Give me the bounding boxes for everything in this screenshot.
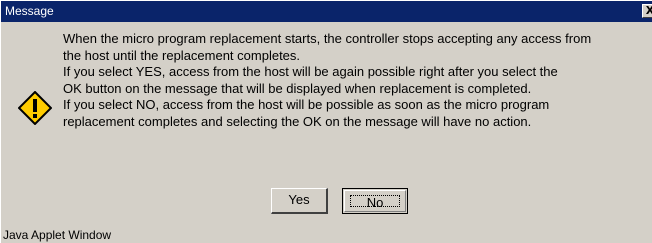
window-title: Message — [5, 4, 54, 18]
warning-icon — [18, 91, 52, 125]
message-line: If you select NO, access from the host w… — [63, 97, 550, 113]
no-button[interactable]: No — [342, 188, 408, 214]
message-text: When the micro program replacement start… — [63, 31, 652, 131]
no-button-bevel: No — [344, 190, 406, 212]
no-button-label: No — [350, 195, 400, 210]
applet-status-text: Java Applet Window — [3, 228, 112, 242]
close-icon: X — [646, 4, 652, 17]
yes-button[interactable]: Yes — [271, 188, 328, 214]
message-line: When the micro program replacement start… — [63, 31, 592, 46]
close-button[interactable]: X — [642, 4, 652, 18]
message-line: the host until the replacement completes… — [63, 47, 301, 63]
message-line: OK button on the message that will be di… — [63, 80, 532, 96]
message-line: If you select YES, access from the host … — [63, 64, 558, 80]
message-line: replacement completes and selecting the … — [63, 113, 532, 129]
title-bar[interactable]: Message X — [1, 1, 652, 22]
message-dialog: Message X When the micro program replace… — [0, 0, 652, 243]
